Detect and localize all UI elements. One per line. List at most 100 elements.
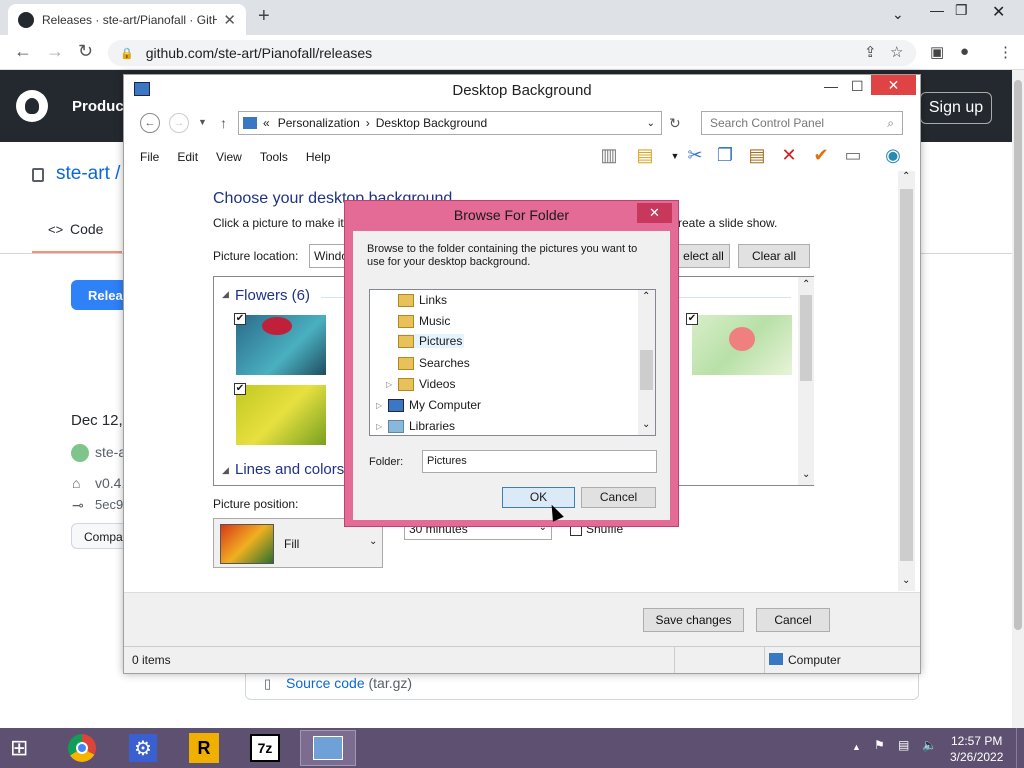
reload-icon[interactable]: ↻ (78, 41, 93, 62)
rockstar-taskbar-icon[interactable]: R (176, 730, 232, 766)
sign-up-button[interactable]: Sign up (920, 92, 992, 124)
tree-item-videos[interactable]: ▷ Videos (386, 377, 455, 391)
menu-tools[interactable]: Tools (260, 150, 288, 164)
collapse-lines-icon[interactable]: ◢ (222, 465, 229, 476)
wallpaper-checkbox[interactable]: ✔ (234, 313, 246, 325)
menu-help[interactable]: Help (306, 150, 331, 164)
author-link[interactable]: ste-a (95, 444, 126, 460)
close-icon[interactable]: ✕ (637, 203, 672, 223)
window-scrollbar[interactable]: ⌃ ⌄ (898, 171, 915, 591)
window-titlebar[interactable]: Desktop Background — ☐ ✕ (124, 75, 920, 105)
scroll-up-icon[interactable]: ⌃ (902, 171, 910, 182)
github-logo-icon[interactable] (16, 90, 48, 122)
group-lines-and-colors[interactable]: Lines and colors (235, 461, 344, 478)
select-all-button[interactable]: elect all (678, 244, 730, 268)
show-hidden-icons-icon[interactable]: ▲ (852, 742, 861, 752)
tab-search-icon[interactable]: ⌄ (892, 6, 904, 23)
address-breadcrumb[interactable]: « Personalization › Desktop Background ⌄ (238, 111, 662, 135)
forward-icon[interactable]: → (46, 41, 64, 62)
7zip-taskbar-icon[interactable]: 7z (237, 730, 293, 766)
tree-item-music[interactable]: Music (398, 314, 450, 328)
checkmark-icon[interactable]: ✔ (810, 145, 832, 167)
close-icon[interactable]: ✕ (871, 75, 916, 95)
menu-view[interactable]: View (216, 150, 242, 164)
scroll-up-icon[interactable]: ⌃ (642, 291, 650, 302)
delete-icon[interactable]: ✕ (778, 145, 800, 167)
scroll-down-icon[interactable]: ⌄ (642, 419, 650, 430)
up-icon[interactable]: ↑ (220, 115, 227, 131)
expand-icon[interactable]: ▷ (376, 401, 386, 410)
folder-input[interactable]: Pictures (422, 450, 657, 473)
tab-code[interactable]: Code (70, 221, 103, 237)
tab-close-icon[interactable]: ✕ (223, 11, 236, 29)
properties-icon[interactable]: ▭ (842, 145, 864, 167)
folder-tree-scrollbar-thumb[interactable] (640, 350, 653, 390)
settings-taskbar-icon[interactable]: ⚙ (115, 730, 171, 766)
products-menu[interactable]: Produc (72, 98, 124, 115)
browser-tab[interactable]: Releases · ste-art/Pianofall · GitH ✕ (8, 4, 246, 35)
folder-options-icon[interactable]: ▤ (634, 145, 656, 167)
recent-pages-icon[interactable]: ▼ (198, 117, 207, 127)
address-bar[interactable]: 🔒 github.com/ste-art/Pianofall/releases (108, 40, 916, 66)
source-code-link[interactable]: Source code (tar.gz) (286, 675, 412, 691)
dialog-title[interactable]: Browse For Folder (345, 207, 678, 223)
group-flowers[interactable]: Flowers (6) (235, 287, 310, 304)
menu-icon[interactable]: ⋮ (998, 43, 1013, 61)
volume-icon[interactable]: 🔈 (922, 738, 937, 752)
network-icon[interactable]: ▤ (898, 738, 909, 752)
picture-location-select[interactable]: Windo (309, 244, 349, 268)
refresh-icon[interactable]: ↻ (669, 115, 681, 132)
menu-file[interactable]: File (140, 150, 159, 164)
side-panel-icon[interactable]: ▣ (930, 43, 944, 61)
globe-icon[interactable]: ◉ (882, 145, 904, 167)
back-icon[interactable]: ← (14, 41, 32, 62)
expand-icon[interactable]: ▷ (376, 422, 386, 431)
breadcrumb-personalization[interactable]: Personalization (278, 116, 360, 130)
forward-icon[interactable]: → (169, 113, 189, 133)
show-desktop-button[interactable] (1016, 728, 1024, 768)
minimize-icon[interactable]: — (824, 78, 838, 94)
tree-item-pictures[interactable]: Pictures (398, 334, 465, 348)
windows-start-icon[interactable]: ⊞ (10, 735, 28, 761)
cancel-button[interactable]: Cancel (756, 608, 830, 632)
copy-icon[interactable]: ❐ (714, 145, 736, 167)
menu-edit[interactable]: Edit (177, 150, 198, 164)
commit-link[interactable]: 5ec9 (95, 497, 123, 512)
wallpaper-thumbnail[interactable] (236, 385, 326, 445)
back-icon[interactable]: ← (140, 113, 160, 133)
breadcrumb-desktop-background[interactable]: Desktop Background (376, 116, 487, 130)
page-scrollbar[interactable] (1012, 70, 1024, 728)
cut-icon[interactable]: ✂ (684, 145, 706, 167)
releases-button[interactable]: Relea (71, 280, 131, 310)
scroll-down-icon[interactable]: ⌄ (902, 575, 910, 586)
new-tab-button[interactable]: + (258, 5, 270, 28)
collapse-flowers-icon[interactable]: ◢ (222, 289, 229, 300)
tree-item-my-computer[interactable]: ▷ My Computer (376, 398, 481, 412)
repo-owner-link[interactable]: ste-art / (56, 163, 120, 185)
bookmark-star-icon[interactable]: ☆ (890, 43, 903, 61)
picture-list-scrollbar[interactable]: ⌃ ⌄ (798, 277, 814, 485)
search-input[interactable]: Search Control Panel ⌕ (701, 111, 903, 135)
ok-button[interactable]: OK (502, 487, 575, 508)
tree-item-searches[interactable]: Searches (398, 356, 470, 370)
address-dropdown-icon[interactable]: ⌄ (647, 118, 655, 129)
profile-icon[interactable]: ● (960, 43, 969, 60)
restore-icon[interactable]: ❐ (955, 2, 968, 19)
save-changes-button[interactable]: Save changes (643, 608, 744, 632)
action-center-icon[interactable]: ⚑ (874, 738, 885, 752)
tag-link[interactable]: v0.4. (95, 475, 125, 491)
share-icon[interactable]: ⇪ (864, 43, 877, 61)
dropdown-icon[interactable]: ▼ (664, 151, 686, 173)
expand-icon[interactable]: ▷ (386, 380, 396, 389)
wallpaper-checkbox[interactable]: ✔ (686, 313, 698, 325)
folder-tree-scrollbar[interactable]: ⌃ ⌄ (638, 290, 655, 435)
scroll-down-icon[interactable]: ⌄ (802, 469, 810, 480)
chrome-taskbar-icon[interactable] (54, 730, 110, 766)
picture-list-scrollbar-thumb[interactable] (800, 295, 812, 381)
wallpaper-checkbox[interactable]: ✔ (234, 383, 246, 395)
clear-all-button[interactable]: Clear all (738, 244, 810, 268)
tree-item-libraries[interactable]: ▷ Libraries (376, 419, 455, 433)
close-window-icon[interactable]: ✕ (992, 2, 1005, 22)
maximize-icon[interactable]: ☐ (851, 78, 864, 95)
control-panel-taskbar-icon[interactable] (300, 730, 356, 766)
